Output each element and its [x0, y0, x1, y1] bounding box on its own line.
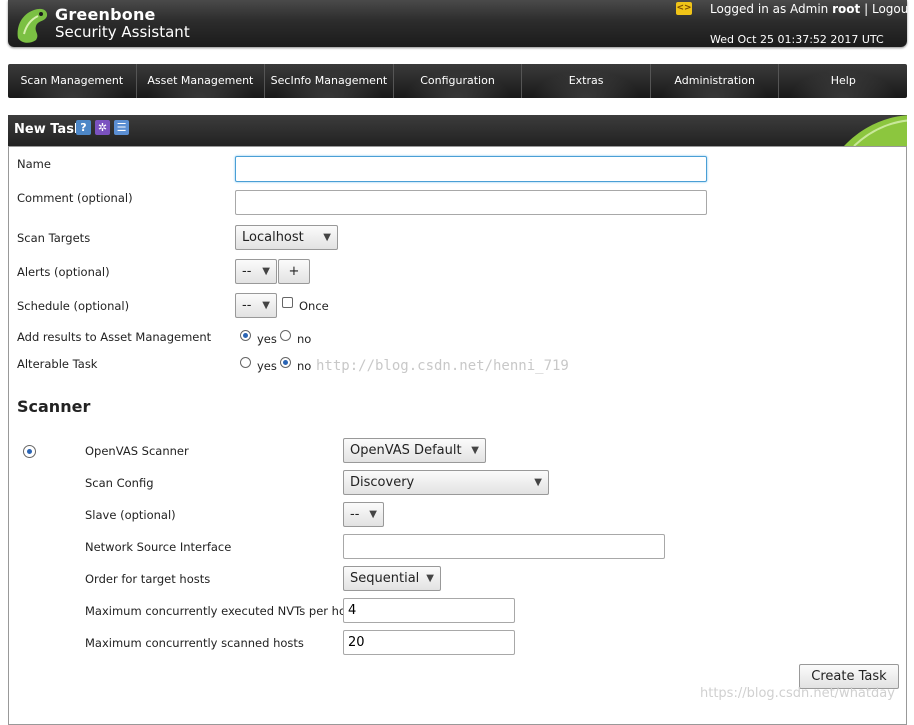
max-nvts-input[interactable] [343, 598, 515, 623]
add-results-no-label: no [297, 332, 312, 346]
chevron-down-icon: ▼ [369, 509, 377, 520]
watermark-center: http://blog.csdn.net/henni_719 [316, 358, 569, 374]
openvas-scanner-radio[interactable] [23, 445, 36, 458]
name-input[interactable] [235, 156, 707, 182]
comment-input[interactable] [235, 190, 707, 215]
panel-header: New Task ? ✲ ☰ [8, 115, 907, 147]
login-prefix: Logged in as Admin [710, 2, 829, 16]
alterable-label: Alterable Task [17, 357, 98, 371]
max-hosts-input[interactable] [343, 630, 515, 655]
schedule-select[interactable]: -- ▼ [235, 293, 277, 318]
scan-config-value: Discovery [350, 475, 415, 490]
nav-extras[interactable]: Extras [522, 64, 651, 98]
once-checkbox[interactable] [282, 297, 293, 308]
alterable-no-radio[interactable] [280, 357, 291, 368]
nav-scan-management[interactable]: Scan Management [8, 64, 137, 98]
current-datetime: Wed Oct 25 01:37:52 2017 UTC [710, 33, 884, 46]
add-results-yes-label: yes [257, 332, 277, 346]
username: root [832, 2, 861, 16]
openvas-scanner-value: OpenVAS Default [350, 443, 462, 458]
openvas-scanner-select[interactable]: OpenVAS Default ▼ [343, 438, 486, 463]
alterable-yes-label: yes [257, 359, 277, 373]
logout-link[interactable]: Logout [872, 2, 913, 16]
login-info: Logged in as Admin root | Logout [710, 2, 913, 16]
slave-value: -- [350, 507, 360, 522]
nav-asset-management[interactable]: Asset Management [136, 64, 266, 98]
once-label: Once [299, 299, 329, 313]
chevron-down-icon: ▼ [262, 266, 270, 277]
scan-targets-select[interactable]: Localhost ▼ [235, 225, 338, 250]
slave-label: Slave (optional) [85, 508, 176, 522]
network-source-interface-input[interactable] [343, 534, 665, 559]
max-nvts-label: Maximum concurrently executed NVTs per h… [85, 604, 357, 618]
help-icon[interactable]: ? [76, 120, 91, 135]
target-order-select[interactable]: Sequential ▼ [343, 566, 441, 591]
scan-targets-value: Localhost [242, 230, 304, 245]
nav-help[interactable]: Help [779, 64, 908, 98]
comment-label: Comment (optional) [17, 191, 133, 205]
schedule-label: Schedule (optional) [17, 299, 130, 313]
alerts-value: -- [242, 264, 252, 279]
separator: | [864, 2, 869, 16]
greenbone-logo-icon [17, 8, 48, 43]
language-icon[interactable]: <> [676, 2, 692, 15]
add-results-yes-radio[interactable] [240, 330, 251, 341]
add-results-label: Add results to Asset Management [17, 330, 212, 344]
schedule-value: -- [242, 298, 252, 313]
add-alert-button[interactable]: + [278, 259, 310, 284]
chevron-down-icon: ▼ [534, 477, 542, 488]
alerts-label: Alerts (optional) [17, 265, 110, 279]
scan-config-select[interactable]: Discovery ▼ [343, 470, 549, 495]
alterable-no-label: no [297, 359, 312, 373]
alterable-yes-radio[interactable] [240, 357, 251, 368]
list-icon[interactable]: ☰ [114, 120, 129, 135]
nav-configuration[interactable]: Configuration [393, 64, 523, 98]
openvas-scanner-label: OpenVAS Scanner [85, 444, 189, 458]
slave-select[interactable]: -- ▼ [343, 502, 384, 527]
scan-targets-label: Scan Targets [17, 231, 91, 245]
target-order-value: Sequential [350, 571, 420, 586]
brand-name: Greenbone [55, 5, 156, 24]
watermark-corner: https://blog.csdn.net/whatday [700, 686, 895, 701]
chevron-down-icon: ▼ [426, 573, 434, 584]
nav-secinfo-management[interactable]: SecInfo Management [265, 64, 394, 98]
name-label: Name [17, 157, 51, 171]
chevron-down-icon: ▼ [471, 445, 479, 456]
target-order-label: Order for target hosts [85, 572, 211, 586]
scanner-heading: Scanner [17, 397, 91, 416]
panel-title: New Task [14, 122, 83, 137]
main-nav: Scan Management Asset Management SecInfo… [8, 64, 908, 98]
alerts-select[interactable]: -- ▼ [235, 259, 277, 284]
scan-config-label: Scan Config [85, 476, 154, 490]
brand-subtitle: Security Assistant [55, 23, 190, 41]
nav-administration[interactable]: Administration [650, 64, 780, 98]
chevron-down-icon: ▼ [262, 300, 270, 311]
chevron-down-icon: ▼ [323, 232, 331, 243]
add-results-no-radio[interactable] [280, 330, 291, 341]
max-hosts-label: Maximum concurrently scanned hosts [85, 636, 304, 650]
wizard-icon[interactable]: ✲ [95, 120, 110, 135]
header-decoration-icon [844, 115, 907, 146]
network-source-interface-label: Network Source Interface [85, 540, 232, 554]
